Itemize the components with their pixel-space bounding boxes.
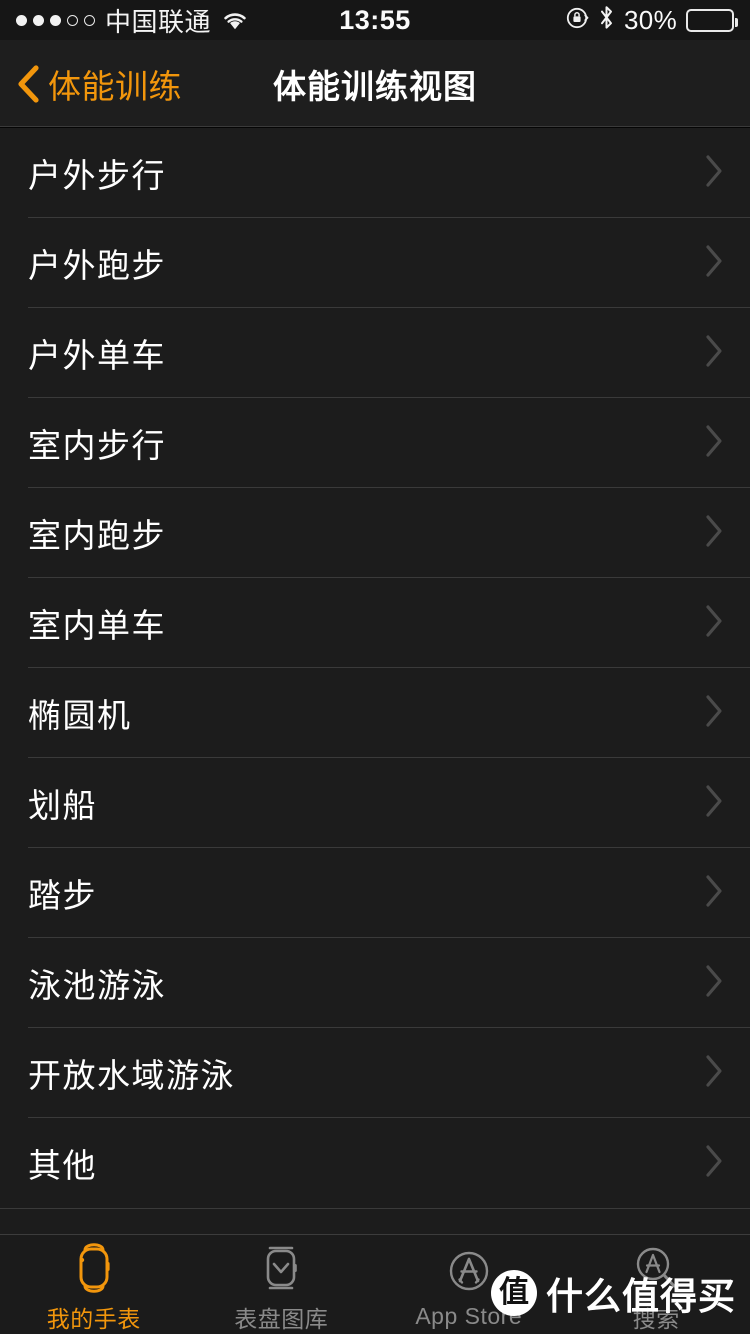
tab-label: 我的手表 — [46, 1305, 141, 1332]
navigation-bar: 体能训练 体能训练视图 — [0, 40, 750, 128]
app-store-search-icon — [630, 1240, 682, 1296]
chevron-right-icon — [704, 1054, 728, 1093]
list-item[interactable]: 椭圆机 — [0, 668, 750, 758]
list-item[interactable]: 户外跑步 — [0, 218, 750, 308]
list-item[interactable]: 室内单车 — [0, 578, 750, 668]
status-bar-right: 30% — [565, 4, 738, 36]
back-button-label: 体能训练 — [48, 67, 182, 105]
signal-dot-2 — [33, 14, 44, 26]
list-item-label: 踏步 — [28, 877, 97, 914]
tab-3[interactable]: App Store — [375, 1235, 563, 1334]
chevron-left-icon — [16, 64, 42, 104]
chevron-right-icon — [704, 694, 728, 733]
chevron-right-icon — [704, 604, 728, 643]
tab-bar: 我的手表 表盘图库 App Store 搜索 — [0, 1234, 750, 1334]
workout-type-list: 户外步行户外跑步户外单车室内步行室内跑步室内单车椭圆机划船踏步泳池游泳开放水域游… — [0, 128, 750, 1209]
list-item-label: 户外单车 — [28, 337, 166, 374]
wifi-icon — [221, 9, 249, 31]
tab-2[interactable]: 表盘图库 — [188, 1235, 376, 1334]
list-item-label: 户外步行 — [28, 157, 166, 194]
chevron-right-icon — [704, 514, 728, 553]
back-button[interactable]: 体能训练 — [0, 60, 182, 108]
tab-label: App Store — [415, 1303, 523, 1329]
list-item[interactable]: 踏步 — [0, 848, 750, 938]
chevron-right-icon — [704, 334, 728, 373]
chevron-right-icon — [704, 1144, 728, 1183]
list-item-label: 户外跑步 — [28, 247, 166, 284]
battery-icon — [686, 8, 738, 32]
list-item[interactable]: 室内步行 — [0, 398, 750, 488]
signal-strength-indicator — [16, 14, 95, 26]
app-screen: 中国联通 13:55 30% 体能训练 体能训练视图 户外步行 户外跑步 户外单… — [0, 0, 750, 1334]
tab-label: 表盘图库 — [234, 1305, 329, 1332]
chevron-right-icon — [704, 964, 728, 1003]
tab-label: 搜索 — [632, 1305, 680, 1332]
list-item[interactable]: 户外步行 — [0, 128, 750, 218]
chevron-right-icon — [704, 784, 728, 823]
chevron-right-icon — [704, 424, 728, 463]
list-item-label: 室内单车 — [28, 607, 166, 644]
list-item-label: 椭圆机 — [28, 697, 132, 734]
list-item-label: 其他 — [28, 1147, 97, 1184]
clock-label: 13:55 — [339, 4, 411, 35]
app-store-icon — [443, 1243, 495, 1299]
list-item[interactable]: 其他 — [0, 1118, 750, 1208]
bluetooth-icon — [598, 5, 615, 35]
watch-icon — [68, 1240, 120, 1296]
list-item[interactable]: 户外单车 — [0, 308, 750, 398]
list-item[interactable]: 划船 — [0, 758, 750, 848]
list-bottom-spacer — [0, 1209, 750, 1234]
list-item-label: 室内步行 — [28, 427, 166, 464]
list-item[interactable]: 泳池游泳 — [0, 938, 750, 1028]
list-item-label: 室内跑步 — [28, 517, 166, 554]
chevron-right-icon — [704, 244, 728, 283]
signal-dot-3 — [50, 14, 61, 26]
watch-face-icon — [255, 1240, 307, 1296]
content-area: 户外步行户外跑步户外单车室内步行室内跑步室内单车椭圆机划船踏步泳池游泳开放水域游… — [0, 128, 750, 1234]
list-item-label: 开放水域游泳 — [28, 1057, 235, 1094]
rotation-lock-icon — [565, 6, 589, 35]
signal-dot-5 — [84, 14, 95, 26]
list-item-label: 泳池游泳 — [28, 967, 166, 1004]
status-bar: 中国联通 13:55 30% — [0, 0, 750, 40]
list-item-label: 划船 — [28, 787, 97, 824]
carrier-label: 中国联通 — [105, 6, 212, 37]
list-item[interactable]: 室内跑步 — [0, 488, 750, 578]
status-bar-left: 中国联通 — [16, 2, 249, 39]
list-item[interactable]: 开放水域游泳 — [0, 1028, 750, 1118]
tab-1[interactable]: 我的手表 — [0, 1235, 188, 1334]
chevron-right-icon — [704, 874, 728, 913]
chevron-right-icon — [704, 154, 728, 193]
signal-dot-1 — [16, 14, 27, 26]
signal-dot-4 — [67, 14, 78, 26]
page-title: 体能训练视图 — [273, 67, 477, 105]
tab-4[interactable]: 搜索 — [563, 1235, 750, 1334]
battery-percent-label: 30% — [624, 4, 677, 35]
